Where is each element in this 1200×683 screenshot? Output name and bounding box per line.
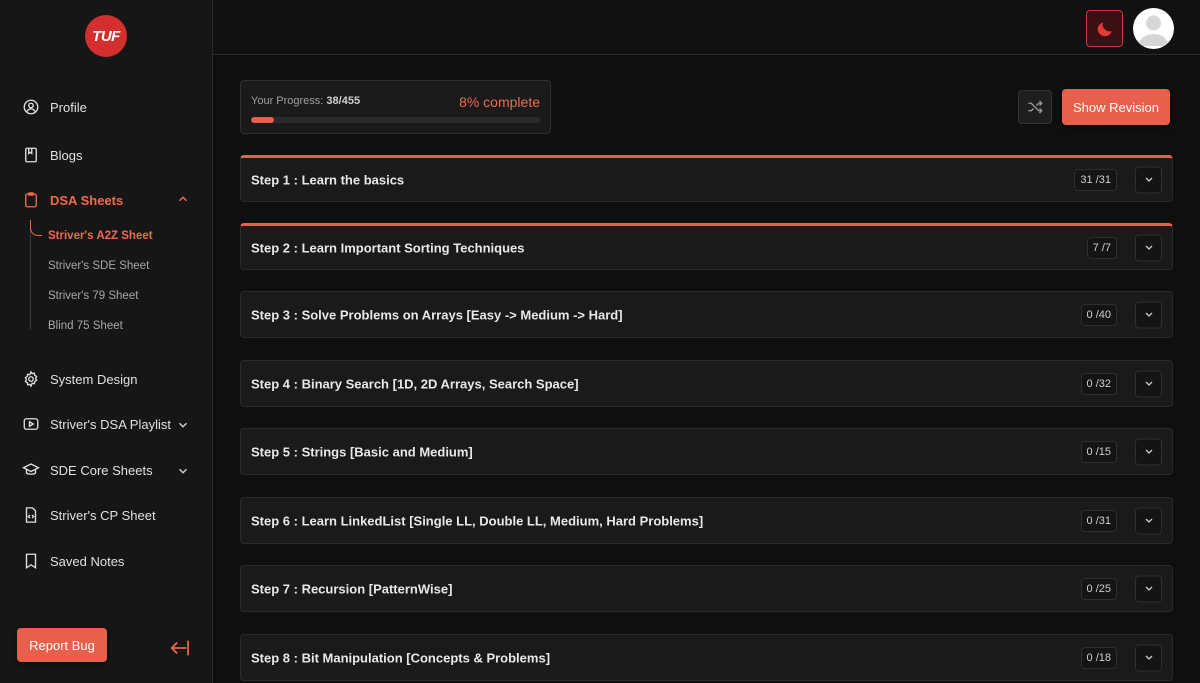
collapse-sidebar-icon[interactable] bbox=[168, 638, 190, 658]
sidebar-item-label: Striver's DSA Playlist bbox=[50, 416, 171, 432]
expand-step-button[interactable] bbox=[1135, 644, 1162, 671]
step-title: Step 7 : Recursion [PatternWise] bbox=[251, 581, 453, 596]
user-circle-icon bbox=[23, 99, 39, 115]
expand-step-button[interactable] bbox=[1135, 234, 1162, 261]
sidebar-item-label: System Design bbox=[50, 371, 138, 387]
chevron-down-icon bbox=[1145, 449, 1152, 454]
gear-icon bbox=[24, 370, 38, 388]
expand-step-button[interactable] bbox=[1135, 166, 1162, 193]
chevron-down-icon bbox=[1145, 518, 1152, 523]
sidebar-item-sde-core-sheets[interactable]: SDE Core Sheets bbox=[22, 458, 153, 482]
submenu-guide-line bbox=[30, 220, 31, 330]
progress-percent: 8% complete bbox=[459, 94, 540, 110]
sidebar: TUF Profile Blogs DSA Sheets Striver's A… bbox=[0, 0, 213, 683]
step-progress-count: 0 /32 bbox=[1080, 372, 1117, 395]
submenu-active-connector bbox=[30, 220, 42, 236]
step-title: Step 8 : Bit Manipulation [Concepts & Pr… bbox=[251, 650, 551, 665]
chevron-down-icon bbox=[1145, 312, 1152, 317]
report-bug-button[interactable]: Report Bug bbox=[17, 628, 107, 662]
step-progress-count: 0 /40 bbox=[1080, 303, 1117, 326]
sidebar-item-profile[interactable]: Profile bbox=[22, 95, 87, 119]
sidebar-item-label: Blogs bbox=[50, 147, 83, 163]
progress-label: Your Progress: 38/455 bbox=[251, 95, 361, 107]
expand-step-button[interactable] bbox=[1135, 438, 1162, 465]
shuffle-icon bbox=[1028, 100, 1043, 114]
progress-card: Your Progress: 38/455 8% complete bbox=[240, 80, 551, 134]
progress-count: 38/455 bbox=[326, 95, 361, 107]
progress-bar-fill bbox=[251, 117, 275, 123]
step-progress-count: 0 /18 bbox=[1080, 646, 1117, 669]
step-title: Step 4 : Binary Search [1D, 2D Arrays, S… bbox=[251, 376, 579, 391]
graduation-cap-icon bbox=[22, 463, 40, 475]
chevron-down-icon bbox=[1145, 655, 1152, 660]
app-root: TUF Profile Blogs DSA Sheets Striver's A… bbox=[0, 0, 1200, 683]
chevron-down-icon bbox=[1145, 381, 1152, 386]
default-avatar-icon bbox=[1138, 15, 1169, 46]
sidebar-item-label: Striver's CP Sheet bbox=[50, 507, 156, 523]
step-title: Step 5 : Strings [Basic and Medium] bbox=[251, 444, 473, 459]
chevron-down-icon[interactable] bbox=[176, 464, 190, 478]
sidebar-item-system-design[interactable]: System Design bbox=[22, 367, 137, 391]
youtube-icon bbox=[23, 418, 39, 430]
book-icon bbox=[25, 147, 37, 163]
submenu-item-sde-sheet[interactable]: Striver's SDE Sheet bbox=[48, 260, 149, 272]
sidebar-item-dsa-playlist[interactable]: Striver's DSA Playlist bbox=[22, 412, 171, 436]
moon-icon bbox=[1097, 21, 1112, 36]
sidebar-item-label: DSA Sheets bbox=[50, 192, 124, 208]
chevron-down-icon[interactable] bbox=[176, 418, 190, 432]
step-title: Step 6 : Learn LinkedList [Single LL, Do… bbox=[251, 513, 704, 528]
bookmark-icon bbox=[25, 553, 37, 570]
step-accordion-4[interactable]: Step 4 : Binary Search [1D, 2D Arrays, S… bbox=[240, 360, 1173, 407]
sidebar-item-label: SDE Core Sheets bbox=[50, 462, 153, 478]
sidebar-item-label: Profile bbox=[50, 99, 87, 115]
chevron-up-icon[interactable] bbox=[176, 192, 190, 206]
top-bar bbox=[213, 0, 1200, 55]
show-revision-button[interactable]: Show Revision bbox=[1062, 89, 1170, 125]
expand-step-button[interactable] bbox=[1135, 507, 1162, 534]
step-accordion-8[interactable]: Step 8 : Bit Manipulation [Concepts & Pr… bbox=[240, 634, 1173, 681]
shuffle-button[interactable] bbox=[1018, 90, 1052, 124]
progress-bar bbox=[251, 117, 541, 123]
submenu-item-blind-75[interactable]: Blind 75 Sheet bbox=[48, 320, 123, 332]
sidebar-item-label: Saved Notes bbox=[50, 553, 125, 569]
step-progress-count: 0 /15 bbox=[1080, 440, 1117, 463]
expand-step-button[interactable] bbox=[1135, 575, 1162, 602]
submenu-item-79-sheet[interactable]: Striver's 79 Sheet bbox=[48, 290, 138, 302]
expand-step-button[interactable] bbox=[1135, 301, 1162, 328]
clipboard-icon bbox=[25, 192, 37, 208]
sidebar-item-cp-sheet[interactable]: Striver's CP Sheet bbox=[22, 503, 156, 527]
dsa-sheets-submenu: Striver's A2Z Sheet Striver's SDE Sheet … bbox=[30, 220, 200, 340]
expand-step-button[interactable] bbox=[1135, 370, 1162, 397]
submenu-item-a2z-sheet[interactable]: Striver's A2Z Sheet bbox=[48, 230, 153, 242]
avatar[interactable] bbox=[1133, 8, 1174, 49]
step-progress-count: 7 /7 bbox=[1086, 236, 1117, 259]
step-progress-count: 31 /31 bbox=[1074, 168, 1117, 191]
step-accordion-5[interactable]: Step 5 : Strings [Basic and Medium] 0 /15 bbox=[240, 428, 1173, 475]
step-accordion-1[interactable]: Step 1 : Learn the basics 31 /31 bbox=[240, 155, 1173, 202]
chevron-down-icon bbox=[1145, 586, 1152, 591]
step-accordion-7[interactable]: Step 7 : Recursion [PatternWise] 0 /25 bbox=[240, 565, 1173, 612]
tuf-logo[interactable]: TUF bbox=[85, 15, 127, 57]
theme-toggle-button[interactable] bbox=[1086, 10, 1123, 47]
sidebar-item-dsa-sheets[interactable]: DSA Sheets bbox=[22, 188, 123, 212]
sidebar-item-blogs[interactable]: Blogs bbox=[22, 143, 83, 167]
step-title: Step 3 : Solve Problems on Arrays [Easy … bbox=[251, 307, 623, 322]
sidebar-item-saved-notes[interactable]: Saved Notes bbox=[22, 549, 124, 573]
step-title: Step 1 : Learn the basics bbox=[251, 172, 405, 187]
chevron-down-icon bbox=[1145, 245, 1152, 250]
step-progress-count: 0 /25 bbox=[1080, 577, 1117, 600]
step-accordion-6[interactable]: Step 6 : Learn LinkedList [Single LL, Do… bbox=[240, 497, 1173, 544]
step-progress-count: 0 /31 bbox=[1080, 509, 1117, 532]
step-title: Step 2 : Learn Important Sorting Techniq… bbox=[251, 240, 525, 255]
chevron-down-icon bbox=[1145, 177, 1152, 182]
code-file-icon bbox=[25, 507, 37, 523]
step-accordion-3[interactable]: Step 3 : Solve Problems on Arrays [Easy … bbox=[240, 291, 1173, 338]
step-accordion-2[interactable]: Step 2 : Learn Important Sorting Techniq… bbox=[240, 223, 1173, 270]
